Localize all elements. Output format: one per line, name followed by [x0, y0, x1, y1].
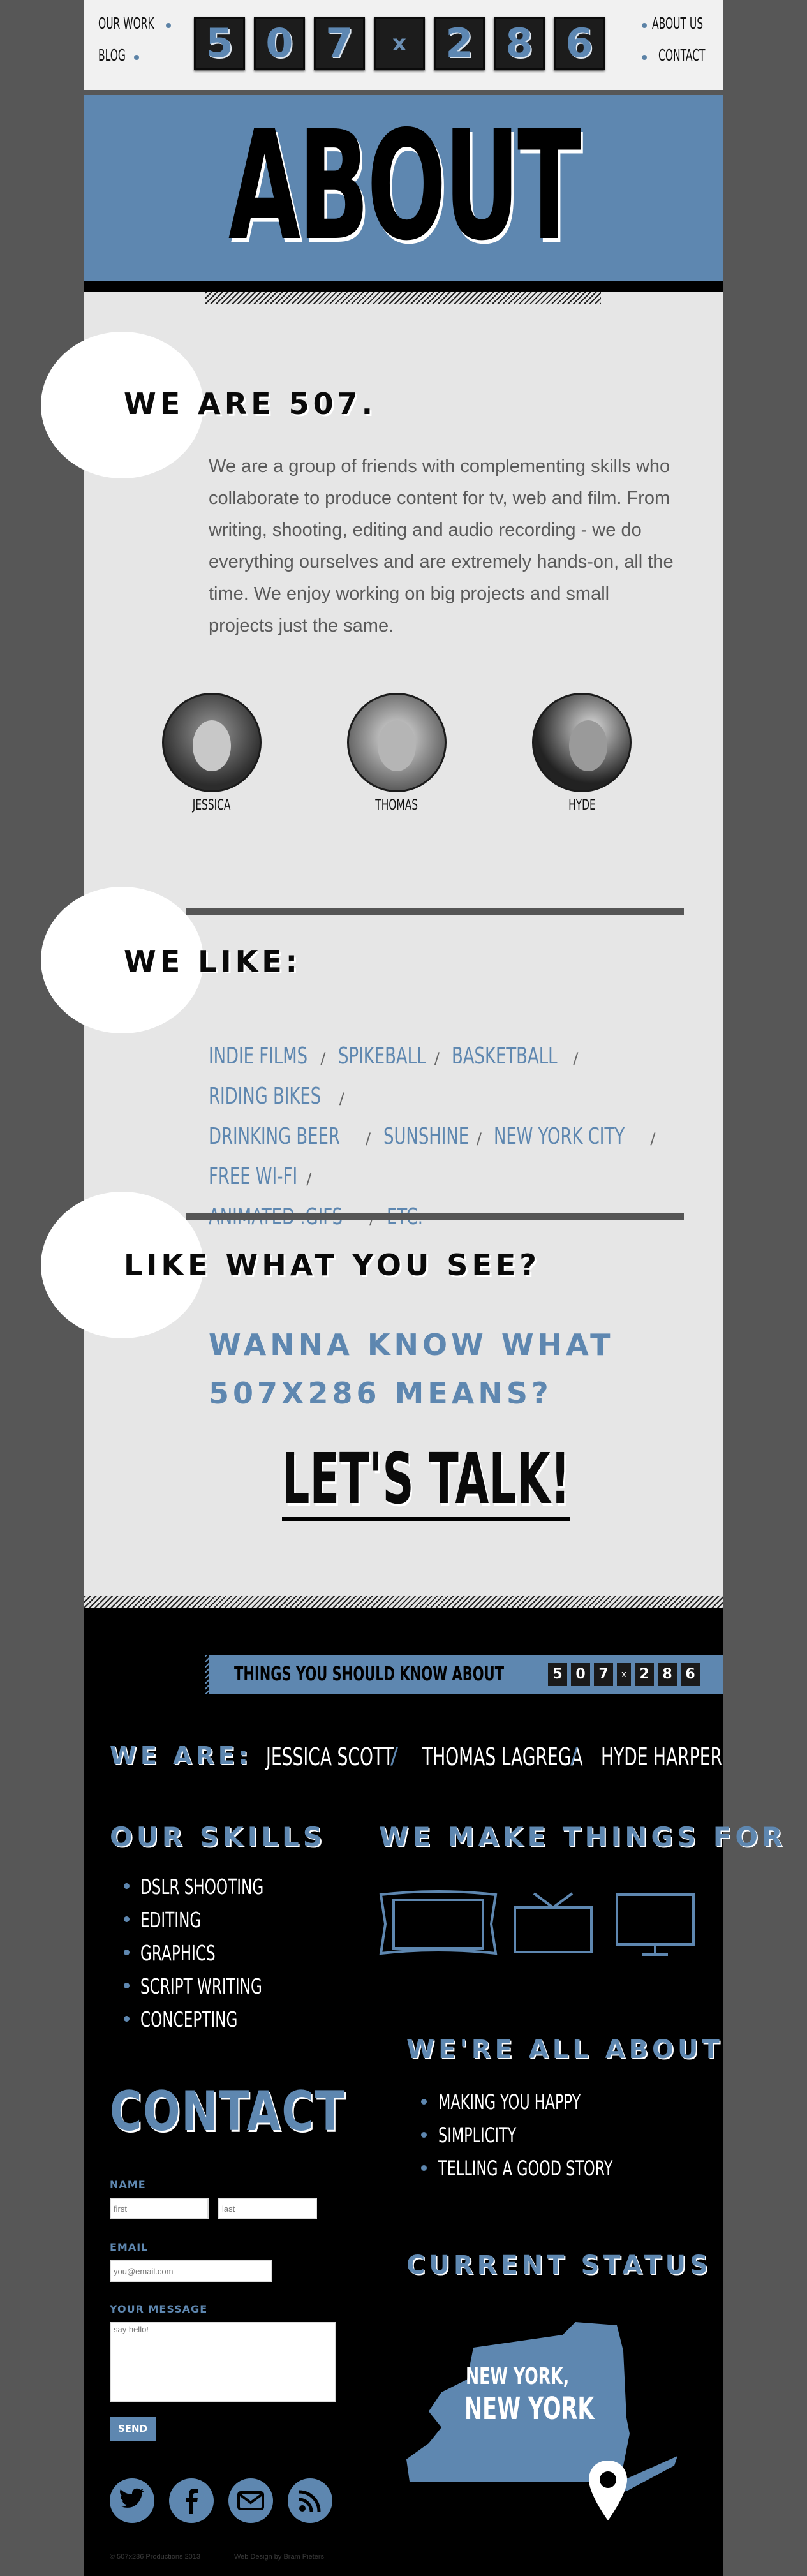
send-button[interactable]: SEND: [110, 2417, 156, 2441]
like-item: RIDING BIKES: [209, 1083, 322, 1109]
avatar: [347, 693, 447, 792]
footer: THINGS YOU SHOULD KNOW ABOUT 5 0 7 x 2 8…: [84, 1608, 782, 2576]
about-item: TELLING A GOOD STORY: [438, 2156, 613, 2180]
team-member[interactable]: THOMAS: [346, 693, 448, 813]
like-item: BASKETBALL: [452, 1043, 558, 1069]
avatar: [162, 693, 262, 792]
person-name: HYDE HARPER: [601, 1743, 723, 1771]
logo-digit: 5: [194, 17, 245, 70]
person-name: JESSICA SCOTT: [266, 1743, 394, 1771]
logo-digit: 8: [494, 17, 545, 70]
member-name: HYDE: [568, 797, 596, 813]
hatch-divider: [205, 292, 601, 304]
like-item: SUNSHINE: [383, 1123, 469, 1150]
things-label: THINGS YOU SHOULD KNOW ABOUT: [234, 1663, 505, 1685]
lets-talk-link[interactable]: LET'S TALK!: [282, 1440, 570, 1521]
about-heading: WE ARE 507.: [124, 387, 377, 421]
tv-icon: [514, 1892, 593, 1953]
section-rule: [186, 908, 684, 915]
nav-dot: [642, 55, 647, 60]
logo-digit: 7: [314, 17, 365, 70]
about-item: SIMPLICITY: [438, 2123, 517, 2147]
team-member[interactable]: HYDE: [531, 693, 633, 813]
device-icons: [379, 1890, 695, 1956]
twitter-icon[interactable]: [110, 2478, 154, 2523]
likes-list: INDIE FILMS / SPIKEBALL / BASKETBALL / RIDI…: [209, 1037, 700, 1238]
hero-banner: ABOUT US: [84, 95, 723, 445]
about-title: WE'RE ALL ABOUT: [406, 2035, 723, 2064]
avatar: [532, 693, 632, 792]
status-title: CURRENT STATUS: [406, 2251, 712, 2280]
likes-heading: WE LIKE:: [124, 944, 302, 979]
hatch-divider: [84, 1596, 723, 1608]
email-icon[interactable]: [228, 2478, 273, 2523]
logo-digit: 2: [434, 17, 485, 70]
member-name: JESSICA: [193, 797, 231, 813]
like-item: DRINKING BEER: [209, 1123, 340, 1150]
mini-logo: 5 0 7 x 2 8 6: [548, 1663, 700, 1686]
logo-digit: 6: [554, 17, 605, 70]
first-name-input[interactable]: [110, 2198, 209, 2219]
nav-dot: [166, 23, 171, 28]
last-name-input[interactable]: [218, 2198, 317, 2219]
skill-item: EDITING: [140, 1907, 202, 1932]
skill-item: CONCEPTING: [140, 2007, 238, 2032]
message-label: YOUR MESSAGE: [110, 2303, 208, 2315]
about-item: MAKING YOU HAPPY: [438, 2090, 581, 2114]
cta-heading: LIKE WHAT YOU SEE?: [124, 1248, 540, 1282]
like-item: INDIE FILMS: [209, 1043, 308, 1069]
message-textarea[interactable]: [110, 2322, 336, 2402]
cta-question: WANNA KNOW WHAT 507X286 MEANS?: [209, 1328, 614, 1410]
design-credit[interactable]: Web Design by Bram Pieters: [234, 2553, 324, 2561]
things-banner: THINGS YOU SHOULD KNOW ABOUT 5 0 7 x 2 8…: [209, 1655, 723, 1694]
film-screen-icon: [379, 1890, 498, 1955]
we-are-label: WE ARE:: [110, 1742, 252, 1770]
section-rule: [186, 1213, 684, 1220]
map-pin-icon: [589, 2461, 627, 2520]
email-input[interactable]: [110, 2260, 272, 2282]
nav-contact[interactable]: CONTACT: [658, 46, 706, 64]
monitor-icon: [616, 1893, 695, 1956]
logo-digit: x: [374, 17, 425, 70]
nav-blog[interactable]: BLOG: [98, 46, 126, 64]
nav-our-work[interactable]: OUR WORK: [98, 14, 154, 33]
rss-icon[interactable]: [288, 2478, 332, 2523]
skills-title: OUR SKILLS: [110, 1821, 326, 1853]
nav-dot: [642, 23, 647, 28]
page: OUR WORK BLOG 5 0 7 x 2 8 6 ABOUT US CON…: [41, 0, 782, 2576]
header-bar: OUR WORK BLOG 5 0 7 x 2 8 6 ABOUT US CON…: [84, 0, 723, 90]
team-member[interactable]: JESSICA: [161, 693, 263, 813]
nav-about-us[interactable]: ABOUT US: [652, 14, 703, 33]
make-title: WE MAKE THINGS FOR: [379, 1821, 787, 1853]
copyright: © 507x286 Productions 2013: [110, 2553, 201, 2561]
logo-digit: 0: [254, 17, 305, 70]
status-state: NEW YORK: [464, 2391, 595, 2427]
skill-item: DSLR SHOOTING: [140, 1874, 264, 1899]
main-content: WE ARE 507. We are a group of friends wi…: [41, 292, 723, 1596]
like-item: NEW YORK CITY: [494, 1123, 625, 1150]
nav-dot: [134, 55, 139, 60]
member-name: THOMAS: [375, 797, 418, 813]
like-item: SPIKEBALL: [337, 1043, 426, 1069]
skill-item: GRAPHICS: [140, 1941, 216, 1965]
email-label: EMAIL: [110, 2241, 149, 2253]
status-city: NEW YORK,: [466, 2364, 570, 2390]
like-item: FREE WI-FI: [209, 1164, 298, 1190]
skill-item: SCRIPT WRITING: [140, 1974, 262, 1999]
person-name: THOMAS LAGREGA: [422, 1743, 583, 1771]
contact-title: CONTACT: [110, 2080, 346, 2143]
facebook-icon[interactable]: [169, 2478, 214, 2523]
name-label: NAME: [110, 2179, 146, 2191]
about-paragraph: We are a group of friends with complemen…: [209, 456, 674, 636]
